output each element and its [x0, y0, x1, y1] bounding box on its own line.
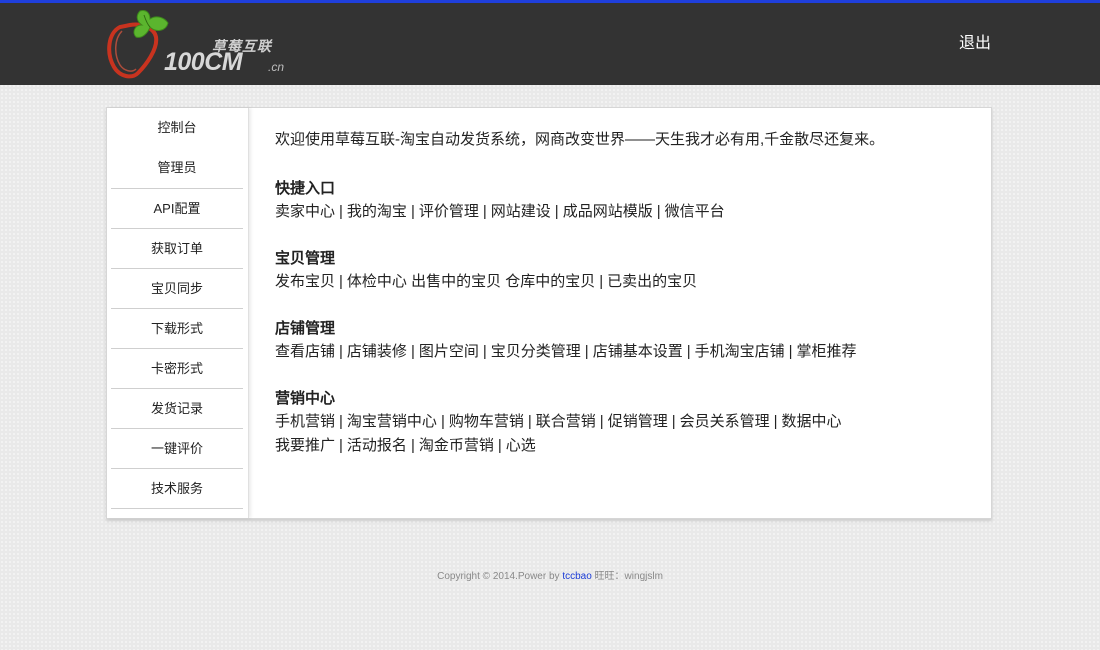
separator: | [339, 413, 343, 430]
footer-link[interactable]: tccbao [562, 571, 591, 582]
sidebar-nav: 控制台 管理员 API配置 获取订单 宝贝同步 下载形式 卡密形式 发货记录 一… [107, 108, 249, 518]
link-joint-marketing[interactable]: 联合营销 [536, 413, 596, 430]
link-mobile-shop[interactable]: 手机淘宝店铺 [695, 343, 785, 360]
separator: | [599, 273, 604, 290]
link-member-relations[interactable]: 会员关系管理 [680, 413, 770, 430]
separator: | [686, 343, 691, 360]
separator: | [656, 203, 661, 220]
welcome-text: 欢迎使用草莓互联-淘宝自动发货系统，网商改变世界——天生我才必有用,千金散尽还复… [275, 131, 885, 148]
separator: | [497, 437, 502, 454]
marketing-links-row1: 手机营销 | 淘宝营销中心 | 购物车营销 | 联合营销 | 促销管理 | 会员关系管理 | 数据中心 [275, 410, 842, 431]
separator: | [788, 343, 793, 360]
sidebar-item-delivery-log[interactable]: 发货记录 [111, 388, 243, 428]
sidebar-item-download-mode[interactable]: 下载形式 [111, 308, 243, 348]
link-promotion-management[interactable]: 促销管理 [608, 413, 668, 430]
link-review-management[interactable]: 评价管理 [419, 203, 479, 220]
sidebar-item-item-sync[interactable]: 宝贝同步 [111, 268, 243, 308]
sidebar-item-one-click-review[interactable]: 一键评价 [111, 428, 243, 468]
section-title-marketing: 营销中心 [275, 390, 336, 407]
link-mobile-marketing[interactable]: 手机营销 [275, 413, 335, 430]
link-wechat-platform[interactable]: 微信平台 [665, 203, 725, 220]
header: 草莓互联 100CM .cn 退出 [0, 3, 1100, 85]
separator: | [482, 343, 487, 360]
footer-copyright: Copyright © 2014.Power by [437, 571, 563, 582]
link-seller-center[interactable]: 卖家中心 [275, 203, 335, 220]
footer: Copyright © 2014.Power by tccbao 旺旺：wing… [0, 567, 1100, 582]
separator: | [773, 413, 778, 430]
shortcut-links: 卖家中心 | 我的淘宝 | 评价管理 | 网站建设 | 成品网站模版 | 微信平台 [275, 200, 725, 221]
separator: | [410, 343, 415, 360]
link-inspection-onsale-warehouse[interactable]: 体检中心 出售中的宝贝 仓库中的宝贝 [347, 273, 595, 290]
sidebar-item-admin[interactable]: 管理员 [111, 148, 243, 188]
logout-link[interactable]: 退出 [959, 29, 991, 53]
link-website-templates[interactable]: 成品网站模版 [563, 203, 653, 220]
main-panel: 控制台 管理员 API配置 获取订单 宝贝同步 下载形式 卡密形式 发货记录 一… [106, 107, 992, 519]
link-shop-decoration[interactable]: 店铺装修 [347, 343, 407, 360]
logo-en-text: 100CM [164, 48, 243, 76]
separator: | [339, 203, 343, 220]
link-shopkeeper-recommend[interactable]: 掌柜推荐 [797, 343, 857, 360]
separator: | [599, 413, 604, 430]
link-shop-settings[interactable]: 店铺基本设置 [593, 343, 683, 360]
separator: | [410, 203, 415, 220]
link-xinxuan[interactable]: 心选 [506, 437, 536, 454]
item-management-links: 发布宝贝 | 体检中心 出售中的宝贝 仓库中的宝贝 | 已卖出的宝贝 [275, 270, 697, 291]
separator: | [339, 343, 343, 360]
link-event-signup[interactable]: 活动报名 [347, 437, 407, 454]
link-promote[interactable]: 我要推广 [275, 437, 335, 454]
sidebar-item-fetch-orders[interactable]: 获取订单 [111, 228, 243, 268]
link-image-space[interactable]: 图片空间 [419, 343, 479, 360]
separator: | [671, 413, 676, 430]
sidebar-item-tech-service[interactable]: 技术服务 [111, 468, 243, 508]
link-my-taobao[interactable]: 我的淘宝 [347, 203, 407, 220]
section-title-shop-management: 店铺管理 [275, 320, 336, 337]
sidebar-divider [111, 508, 243, 509]
sidebar-item-card-mode[interactable]: 卡密形式 [111, 348, 243, 388]
link-data-center[interactable]: 数据中心 [782, 413, 842, 430]
section-title-item-management: 宝贝管理 [275, 250, 336, 267]
separator: | [554, 203, 559, 220]
separator: | [527, 413, 532, 430]
separator: | [339, 437, 343, 454]
link-publish-item[interactable]: 发布宝贝 [275, 273, 335, 290]
footer-contact: 旺旺：wingjslm [591, 571, 663, 582]
separator: | [584, 343, 589, 360]
link-taobao-marketing-center[interactable]: 淘宝营销中心 [347, 413, 437, 430]
link-view-shop[interactable]: 查看店铺 [275, 343, 335, 360]
marketing-links-row2: 我要推广 | 活动报名 | 淘金币营销 | 心选 [275, 434, 536, 455]
shop-management-links: 查看店铺 | 店铺装修 | 图片空间 | 宝贝分类管理 | 店铺基本设置 | 手机淘宝店铺 | 掌柜推荐 [275, 340, 857, 361]
link-sold-items[interactable]: 已卖出的宝贝 [607, 273, 697, 290]
link-taojinbi-marketing[interactable]: 淘金币营销 [419, 437, 494, 454]
separator: | [482, 203, 487, 220]
logo[interactable]: 草莓互联 100CM .cn [106, 9, 296, 81]
section-title-shortcuts: 快捷入口 [275, 180, 336, 197]
link-item-categories[interactable]: 宝贝分类管理 [491, 343, 581, 360]
sidebar-item-api-config[interactable]: API配置 [111, 188, 243, 228]
separator: | [339, 273, 343, 290]
separator: | [440, 413, 445, 430]
link-cart-marketing[interactable]: 购物车营销 [449, 413, 524, 430]
logo-suffix-text: .cn [268, 60, 285, 74]
separator: | [410, 437, 415, 454]
sidebar-item-dashboard[interactable]: 控制台 [111, 108, 243, 148]
link-website-building[interactable]: 网站建设 [491, 203, 551, 220]
